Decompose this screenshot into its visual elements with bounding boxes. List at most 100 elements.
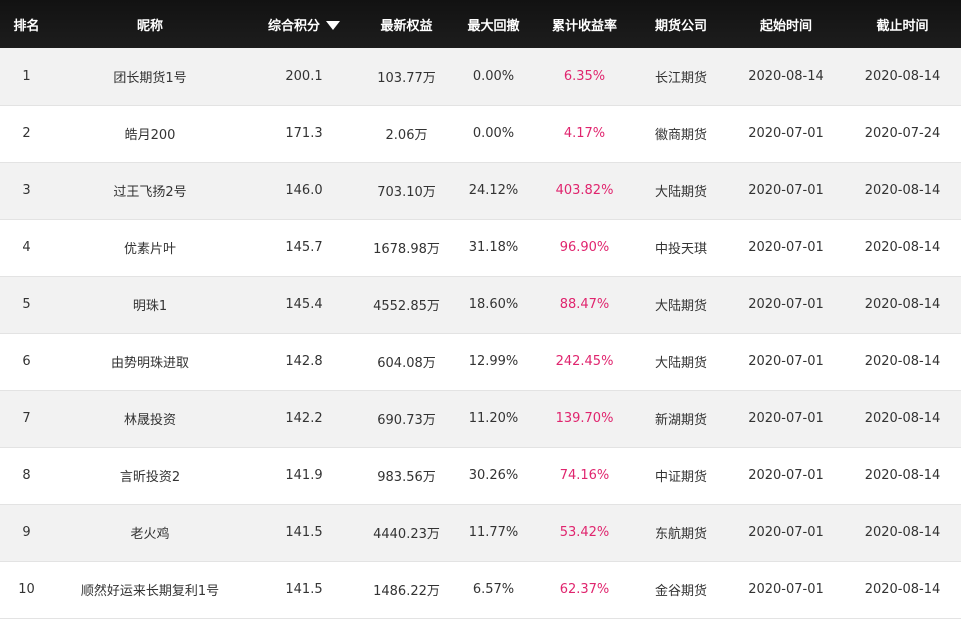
cell-company: 东航期货 <box>654 527 707 542</box>
cell-start-date: 2020-07-01 <box>748 582 824 597</box>
cell-company: 金谷期货 <box>654 584 707 599</box>
cell-rank: 8 <box>22 468 31 483</box>
cell-score: 171.3 <box>285 126 323 141</box>
header-return: 累计收益率 <box>551 18 617 34</box>
header-company: 期货公司 <box>654 18 707 34</box>
cell-start-date: 2020-07-01 <box>748 354 824 369</box>
header-score-label: 综合积分 <box>267 18 320 34</box>
cell-company: 中证期货 <box>654 470 707 485</box>
cell-equity: 703.10万 <box>377 185 436 200</box>
table-header: 排名 昵称 综合积分 最新权益 最大回撤 累计收益率 期货公司 起始时间 截止时… <box>0 0 961 48</box>
cell-nickname: 老火鸡 <box>130 527 170 542</box>
cell-return: 4.17% <box>563 126 606 141</box>
cell-end-date: 2020-08-14 <box>864 297 941 312</box>
cell-nickname: 皓月200 <box>124 128 176 143</box>
cell-score: 142.8 <box>285 354 323 369</box>
cell-drawdown: 30.26% <box>468 468 519 483</box>
cell-end-date: 2020-08-14 <box>864 68 941 84</box>
cell-return: 139.70% <box>555 411 614 426</box>
cell-score: 200.1 <box>285 68 323 84</box>
table-row: 9 老火鸡 141.5 4440.23万 11.77% 53.42% 东航期货 … <box>0 504 961 561</box>
header-score-sortable[interactable]: 综合积分 <box>247 0 361 48</box>
cell-start-date: 2020-07-01 <box>748 468 824 483</box>
table-row: 1 团长期货1号 200.1 103.77万 0.00% 6.35% 长江期货 … <box>0 48 961 105</box>
header-start-date: 起始时间 <box>759 18 812 34</box>
cell-return: 6.35% <box>563 68 606 84</box>
cell-end-date: 2020-08-14 <box>864 183 941 198</box>
cell-equity: 103.77万 <box>377 70 436 86</box>
cell-drawdown: 11.20% <box>468 411 519 426</box>
cell-return: 88.47% <box>559 297 610 312</box>
cell-nickname: 言昕投资2 <box>119 470 181 485</box>
cell-return: 403.82% <box>555 183 614 198</box>
cell-return: 53.42% <box>559 525 610 540</box>
cell-score: 141.5 <box>285 525 323 540</box>
cell-end-date: 2020-08-14 <box>864 354 941 369</box>
cell-company: 新湖期货 <box>654 413 707 428</box>
cell-drawdown: 11.77% <box>468 525 519 540</box>
cell-return: 96.90% <box>559 240 610 255</box>
cell-company: 大陆期货 <box>654 185 707 200</box>
cell-start-date: 2020-07-01 <box>748 525 824 540</box>
table-row: 4 优素片叶 145.7 1678.98万 31.18% 96.90% 中投天琪… <box>0 219 961 276</box>
cell-rank: 5 <box>22 297 31 312</box>
cell-equity: 1486.22万 <box>373 584 440 599</box>
table-row: 10 顺然好运来长期复利1号 141.5 1486.22万 6.57% 62.3… <box>0 561 961 618</box>
cell-equity: 983.56万 <box>377 470 436 485</box>
cell-return: 62.37% <box>559 582 610 597</box>
cell-drawdown: 31.18% <box>468 240 519 255</box>
cell-score: 145.7 <box>285 240 323 255</box>
header-end-date: 截止时间 <box>876 18 929 34</box>
cell-start-date: 2020-07-01 <box>748 126 824 141</box>
table-row: 8 言昕投资2 141.9 983.56万 30.26% 74.16% 中证期货… <box>0 447 961 504</box>
table-row: 3 过王飞扬2号 146.0 703.10万 24.12% 403.82% 大陆… <box>0 162 961 219</box>
caret-down-icon[interactable] <box>326 20 340 30</box>
cell-drawdown: 0.00% <box>472 68 515 84</box>
header-rank: 排名 <box>13 18 40 34</box>
header-nickname: 昵称 <box>136 18 163 34</box>
cell-company: 大陆期货 <box>654 299 707 314</box>
table-row: 6 由势明珠进取 142.8 604.08万 12.99% 242.45% 大陆… <box>0 333 961 390</box>
cell-score: 146.0 <box>285 183 323 198</box>
cell-rank: 2 <box>22 126 31 141</box>
cell-score: 145.4 <box>285 297 323 312</box>
header-drawdown: 最大回撤 <box>467 18 520 34</box>
header-equity: 最新权益 <box>380 18 433 34</box>
table-row: 7 林晟投资 142.2 690.73万 11.20% 139.70% 新湖期货… <box>0 390 961 447</box>
header-row: 排名 昵称 综合积分 最新权益 最大回撤 累计收益率 期货公司 起始时间 截止时… <box>0 0 961 48</box>
cell-company: 大陆期货 <box>654 356 707 371</box>
cell-nickname: 优素片叶 <box>123 242 176 257</box>
cell-equity: 604.08万 <box>377 356 436 371</box>
table-body: 1 团长期货1号 200.1 103.77万 0.00% 6.35% 长江期货 … <box>0 48 961 618</box>
cell-start-date: 2020-07-01 <box>748 297 824 312</box>
table-row: 5 明珠1 145.4 4552.85万 18.60% 88.47% 大陆期货 … <box>0 276 961 333</box>
cell-equity: 4440.23万 <box>373 527 440 542</box>
cell-end-date: 2020-08-14 <box>864 468 941 483</box>
cell-rank: 1 <box>22 68 31 84</box>
cell-drawdown: 18.60% <box>468 297 519 312</box>
cell-end-date: 2020-08-14 <box>864 582 941 597</box>
cell-nickname: 团长期货1号 <box>113 70 187 86</box>
cell-rank: 6 <box>22 354 31 369</box>
cell-nickname: 由势明珠进取 <box>110 356 189 371</box>
cell-nickname: 过王飞扬2号 <box>113 185 187 200</box>
table-row: 2 皓月200 171.3 2.06万 0.00% 4.17% 徽商期货 202… <box>0 105 961 162</box>
cell-start-date: 2020-07-01 <box>748 240 824 255</box>
cell-score: 142.2 <box>285 411 323 426</box>
cell-return: 242.45% <box>555 354 614 369</box>
cell-rank: 10 <box>18 582 35 597</box>
cell-nickname: 明珠1 <box>132 299 168 314</box>
cell-end-date: 2020-07-24 <box>864 126 941 141</box>
cell-return: 74.16% <box>559 468 610 483</box>
cell-company: 长江期货 <box>654 70 707 86</box>
cell-equity: 4552.85万 <box>373 299 440 314</box>
ranking-table: 排名 昵称 综合积分 最新权益 最大回撤 累计收益率 期货公司 起始时间 截止时… <box>0 0 961 619</box>
cell-rank: 3 <box>22 183 31 198</box>
cell-company: 徽商期货 <box>654 128 707 143</box>
cell-end-date: 2020-08-14 <box>864 240 941 255</box>
cell-rank: 9 <box>22 525 31 540</box>
cell-drawdown: 12.99% <box>468 354 519 369</box>
cell-equity: 2.06万 <box>385 128 428 143</box>
cell-end-date: 2020-08-14 <box>864 525 941 540</box>
cell-start-date: 2020-07-01 <box>748 411 824 426</box>
